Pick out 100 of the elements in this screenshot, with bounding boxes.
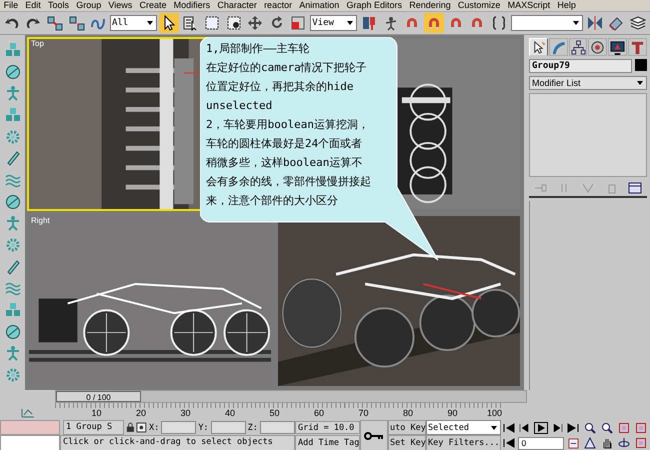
- script-listener-output: [0, 435, 60, 450]
- menu-item[interactable]: Create: [136, 0, 170, 11]
- viewport[interactable]: [276, 214, 522, 388]
- hierarchy-tab[interactable]: [568, 38, 588, 56]
- hierarchy-tab-icon: [570, 40, 586, 54]
- curve-editor-icon[interactable]: [20, 406, 36, 418]
- orbit-icon[interactable]: [618, 437, 630, 449]
- modify-tab-icon: [550, 40, 566, 54]
- menu-item[interactable]: File: [0, 0, 22, 11]
- sphere-icon[interactable]: [4, 64, 20, 80]
- menu-item[interactable]: Edit: [22, 0, 44, 11]
- coordinate-label: X:: [148, 422, 160, 432]
- frame-icon[interactable]: [618, 422, 630, 434]
- pan-icon[interactable]: [600, 437, 613, 449]
- go-to-end-icon[interactable]: [567, 422, 580, 432]
- frame-icon[interactable]: [635, 422, 648, 434]
- viewport-label: Top: [31, 39, 44, 48]
- region-icon: [204, 15, 220, 31]
- modifier-list-dropdown[interactable]: Modifier List: [529, 76, 647, 90]
- tube-icon[interactable]: [4, 258, 20, 275]
- viewport-label: Right: [31, 216, 50, 225]
- ruler-label: 20: [134, 407, 146, 420]
- coordinate-field[interactable]: [161, 421, 196, 434]
- tube-icon[interactable]: [4, 150, 20, 166]
- named-selection-icon: [490, 15, 507, 31]
- link-icon: [46, 15, 63, 31]
- object-name-field[interactable]: Group79: [529, 59, 632, 73]
- display-tab-icon: [610, 40, 626, 54]
- ruler-label: 100: [486, 407, 502, 420]
- set-key-button[interactable]: Set Key: [388, 435, 426, 450]
- previous-frame-icon[interactable]: [518, 422, 530, 432]
- mirror-button[interactable]: [585, 13, 605, 33]
- transform-mode-icon[interactable]: [136, 422, 147, 433]
- scale-icon: [290, 15, 306, 31]
- motion-tab[interactable]: [588, 38, 608, 56]
- menu-item[interactable]: Rendering: [406, 0, 454, 11]
- layers-icon: [630, 15, 646, 31]
- menu-item[interactable]: reactor: [260, 0, 296, 11]
- menu-item[interactable]: MAXScript: [504, 0, 554, 11]
- zoom-all-icon[interactable]: [600, 422, 613, 434]
- angle-snap-button[interactable]: [424, 13, 444, 33]
- menu-item[interactable]: Character: [214, 0, 260, 11]
- ruler-label: 30: [179, 407, 190, 420]
- play-icon[interactable]: [534, 422, 548, 434]
- create-tab[interactable]: [529, 38, 548, 56]
- utilities-tab[interactable]: [628, 38, 647, 56]
- menu-item[interactable]: Modifiers: [170, 0, 214, 11]
- toolbar-dropdown[interactable]: View: [310, 15, 358, 31]
- move-icon: [247, 15, 264, 31]
- grid-size-field: Grid = 10.0: [295, 421, 360, 434]
- key-filters-button[interactable]: Key Filters...: [426, 435, 501, 450]
- sphere-icon[interactable]: [4, 324, 20, 340]
- key-icon: [364, 430, 384, 440]
- ruler-label: 40: [224, 407, 235, 420]
- script-listener-field[interactable]: [0, 420, 60, 435]
- time-configuration-icon[interactable]: [568, 438, 580, 448]
- time-slider-thumb[interactable]: 0 / 100: [56, 391, 141, 402]
- ruler-label: 80: [402, 407, 413, 420]
- coordinate-field[interactable]: [210, 421, 246, 434]
- status-prompt: Click or click-and-drag to select objects: [60, 435, 295, 450]
- toolbar-dropdown[interactable]: [510, 15, 584, 31]
- display-tab[interactable]: [608, 38, 628, 56]
- set-key-button[interactable]: [360, 420, 388, 450]
- menu-item[interactable]: Graph Editors: [342, 0, 406, 11]
- utilities-tab-icon: [630, 40, 646, 54]
- pivot-icon: [361, 15, 378, 31]
- coordinate-label: Y:: [198, 422, 209, 432]
- align-icon: [608, 15, 624, 31]
- menu-item[interactable]: Tools: [44, 0, 73, 11]
- ruler-label: 70: [357, 407, 368, 420]
- select-button[interactable]: [159, 13, 179, 33]
- menu-item[interactable]: Views: [104, 0, 136, 11]
- frame-icon[interactable]: [635, 437, 648, 449]
- select-name-icon: [182, 15, 198, 31]
- next-frame-icon[interactable]: [552, 422, 564, 432]
- key-mode-dropdown[interactable]: Selected: [426, 420, 501, 435]
- lock-icon[interactable]: [126, 422, 134, 433]
- coordinate-field[interactable]: [260, 421, 295, 434]
- ruler-label: 50: [268, 407, 280, 420]
- zoom-icon[interactable]: [584, 422, 596, 434]
- menu-item[interactable]: Customize: [454, 0, 504, 11]
- go-to-start-icon[interactable]: [502, 422, 515, 432]
- menu-item[interactable]: Group: [72, 0, 105, 11]
- motion-tab-icon: [590, 40, 606, 54]
- ruler-label: 60: [312, 407, 324, 420]
- toolbar-dropdown[interactable]: All: [110, 15, 158, 31]
- configure-sets-icon[interactable]: [628, 182, 642, 194]
- add-time-tag-button[interactable]: Add Time Tag: [295, 435, 360, 450]
- unlink-icon: [68, 15, 85, 31]
- key-mode-toggle-icon[interactable]: [502, 438, 515, 448]
- window-icon: [226, 15, 242, 31]
- mirror-icon: [586, 15, 603, 31]
- color-swatch[interactable]: [635, 59, 647, 71]
- auto-key-button[interactable]: uto Key: [388, 420, 426, 435]
- menu-item[interactable]: Animation: [296, 0, 343, 11]
- frame-field[interactable]: 0: [518, 436, 564, 450]
- ruler-label: 90: [446, 407, 458, 420]
- menu-item[interactable]: Help: [554, 0, 580, 11]
- sphere-icon[interactable]: [4, 194, 20, 210]
- selection-info-field: 1 Group S: [63, 420, 124, 435]
